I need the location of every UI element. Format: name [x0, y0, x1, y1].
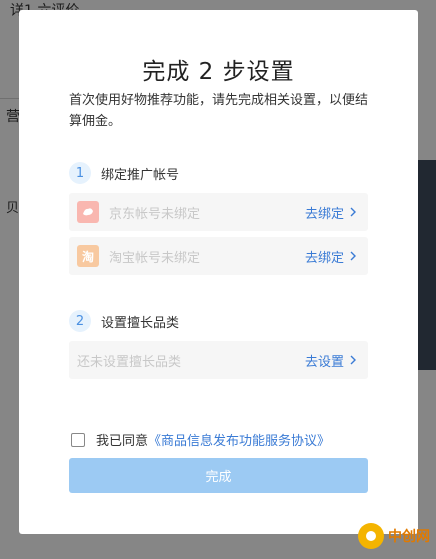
step-number-badge: 2: [69, 310, 91, 332]
jd-dog-icon: [77, 201, 99, 223]
category-row: 还未设置擅长品类 去设置: [69, 341, 368, 379]
agreement-checkbox[interactable]: [71, 432, 85, 447]
step-label: 设置擅长品类: [101, 315, 180, 331]
bind-taobao-button[interactable]: 去绑定: [305, 247, 356, 266]
set-category-label: 去设置: [304, 354, 344, 370]
step-number-badge: 1: [69, 162, 91, 184]
chevron-right-icon: [350, 207, 356, 217]
step-1-header: 1 绑定推广帐号: [69, 162, 179, 184]
taobao-account-row: 淘 淘宝帐号未绑定 去绑定: [69, 237, 368, 275]
modal-description: 首次使用好物推荐功能，请先完成相关设置，以便结算佣金。: [69, 93, 369, 129]
chevron-right-icon: [350, 251, 356, 261]
agreement-row: 我已同意 《商品信息发布功能服务协议》: [71, 430, 330, 449]
step-2-header: 2 设置擅长品类: [69, 310, 179, 332]
setup-modal: 完成 2 步设置 首次使用好物推荐功能，请先完成相关设置，以便结算佣金。 1 绑…: [19, 10, 418, 534]
bind-taobao-label: 去绑定: [304, 250, 344, 266]
done-button[interactable]: 完成: [69, 458, 368, 493]
chevron-right-icon: [350, 355, 356, 365]
bind-jd-button[interactable]: 去绑定: [305, 203, 356, 222]
taobao-icon: 淘: [77, 245, 99, 267]
watermark-text: 中创网: [388, 529, 430, 545]
category-status: 还未设置擅长品类: [77, 354, 182, 370]
step-label: 绑定推广帐号: [101, 167, 180, 183]
watermark-icon: [358, 523, 384, 549]
jd-account-row: 京东帐号未绑定 去绑定: [69, 193, 368, 231]
agreement-prefix: 我已同意: [96, 434, 149, 449]
set-category-button[interactable]: 去设置: [305, 351, 356, 370]
watermark-logo: 中创网: [358, 523, 430, 549]
agreement-link[interactable]: 《商品信息发布功能服务协议》: [148, 430, 330, 449]
taobao-account-status: 淘宝帐号未绑定: [109, 250, 201, 266]
jd-account-status: 京东帐号未绑定: [109, 206, 201, 222]
modal-title: 完成 2 步设置: [142, 59, 295, 85]
bind-jd-label: 去绑定: [304, 206, 344, 222]
